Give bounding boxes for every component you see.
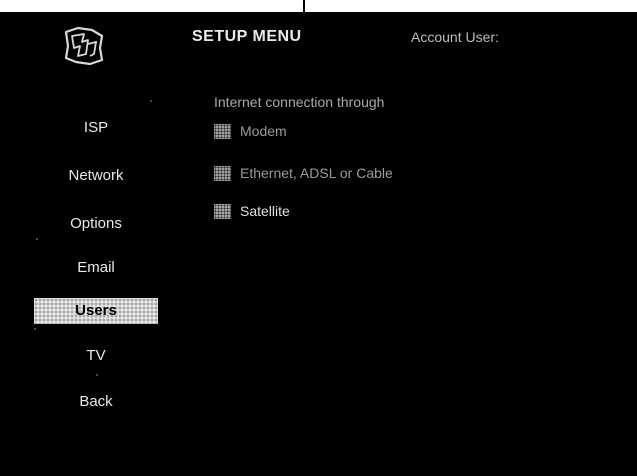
setup-screen: SETUP MENU Account User: ISP Network Opt… — [0, 12, 637, 476]
account-user-label: Account User: — [411, 29, 499, 45]
sidebar-item-label: Users — [75, 302, 117, 319]
connection-prompt: Internet connection through — [214, 94, 385, 110]
sidebar-item-label: Network — [68, 167, 124, 184]
sidebar-item-users[interactable]: Users — [34, 298, 158, 324]
sidebar-item-tv[interactable]: TV — [26, 342, 166, 370]
screen-noise — [36, 238, 38, 240]
sidebar-item-label: TV — [86, 347, 106, 364]
screen-noise — [96, 374, 98, 376]
wizard-logo-icon — [64, 26, 104, 66]
option-label: Satellite — [240, 203, 290, 219]
option-label: Ethernet, ADSL or Cable — [240, 165, 393, 181]
sidebar-item-options[interactable]: Options — [26, 210, 166, 238]
sidebar-item-label: Options — [70, 215, 122, 232]
screen-noise — [150, 100, 152, 102]
checkbox-icon[interactable] — [214, 166, 231, 181]
checkbox-icon[interactable] — [214, 124, 231, 139]
option-label: Modem — [240, 123, 287, 139]
sidebar-item-network[interactable]: Network — [26, 162, 166, 190]
sidebar-item-email[interactable]: Email — [26, 254, 166, 282]
sidebar-item-label: Email — [77, 259, 115, 276]
sidebar-item-label: ISP — [83, 119, 109, 136]
sidebar-item-back[interactable]: Back — [26, 388, 166, 416]
page-title: SETUP MENU — [192, 28, 302, 45]
sidebar-item-label: Back — [79, 393, 113, 410]
sidebar-item-isp[interactable]: ISP — [26, 114, 166, 142]
screen-noise — [34, 328, 36, 330]
checkbox-icon[interactable] — [214, 204, 231, 219]
